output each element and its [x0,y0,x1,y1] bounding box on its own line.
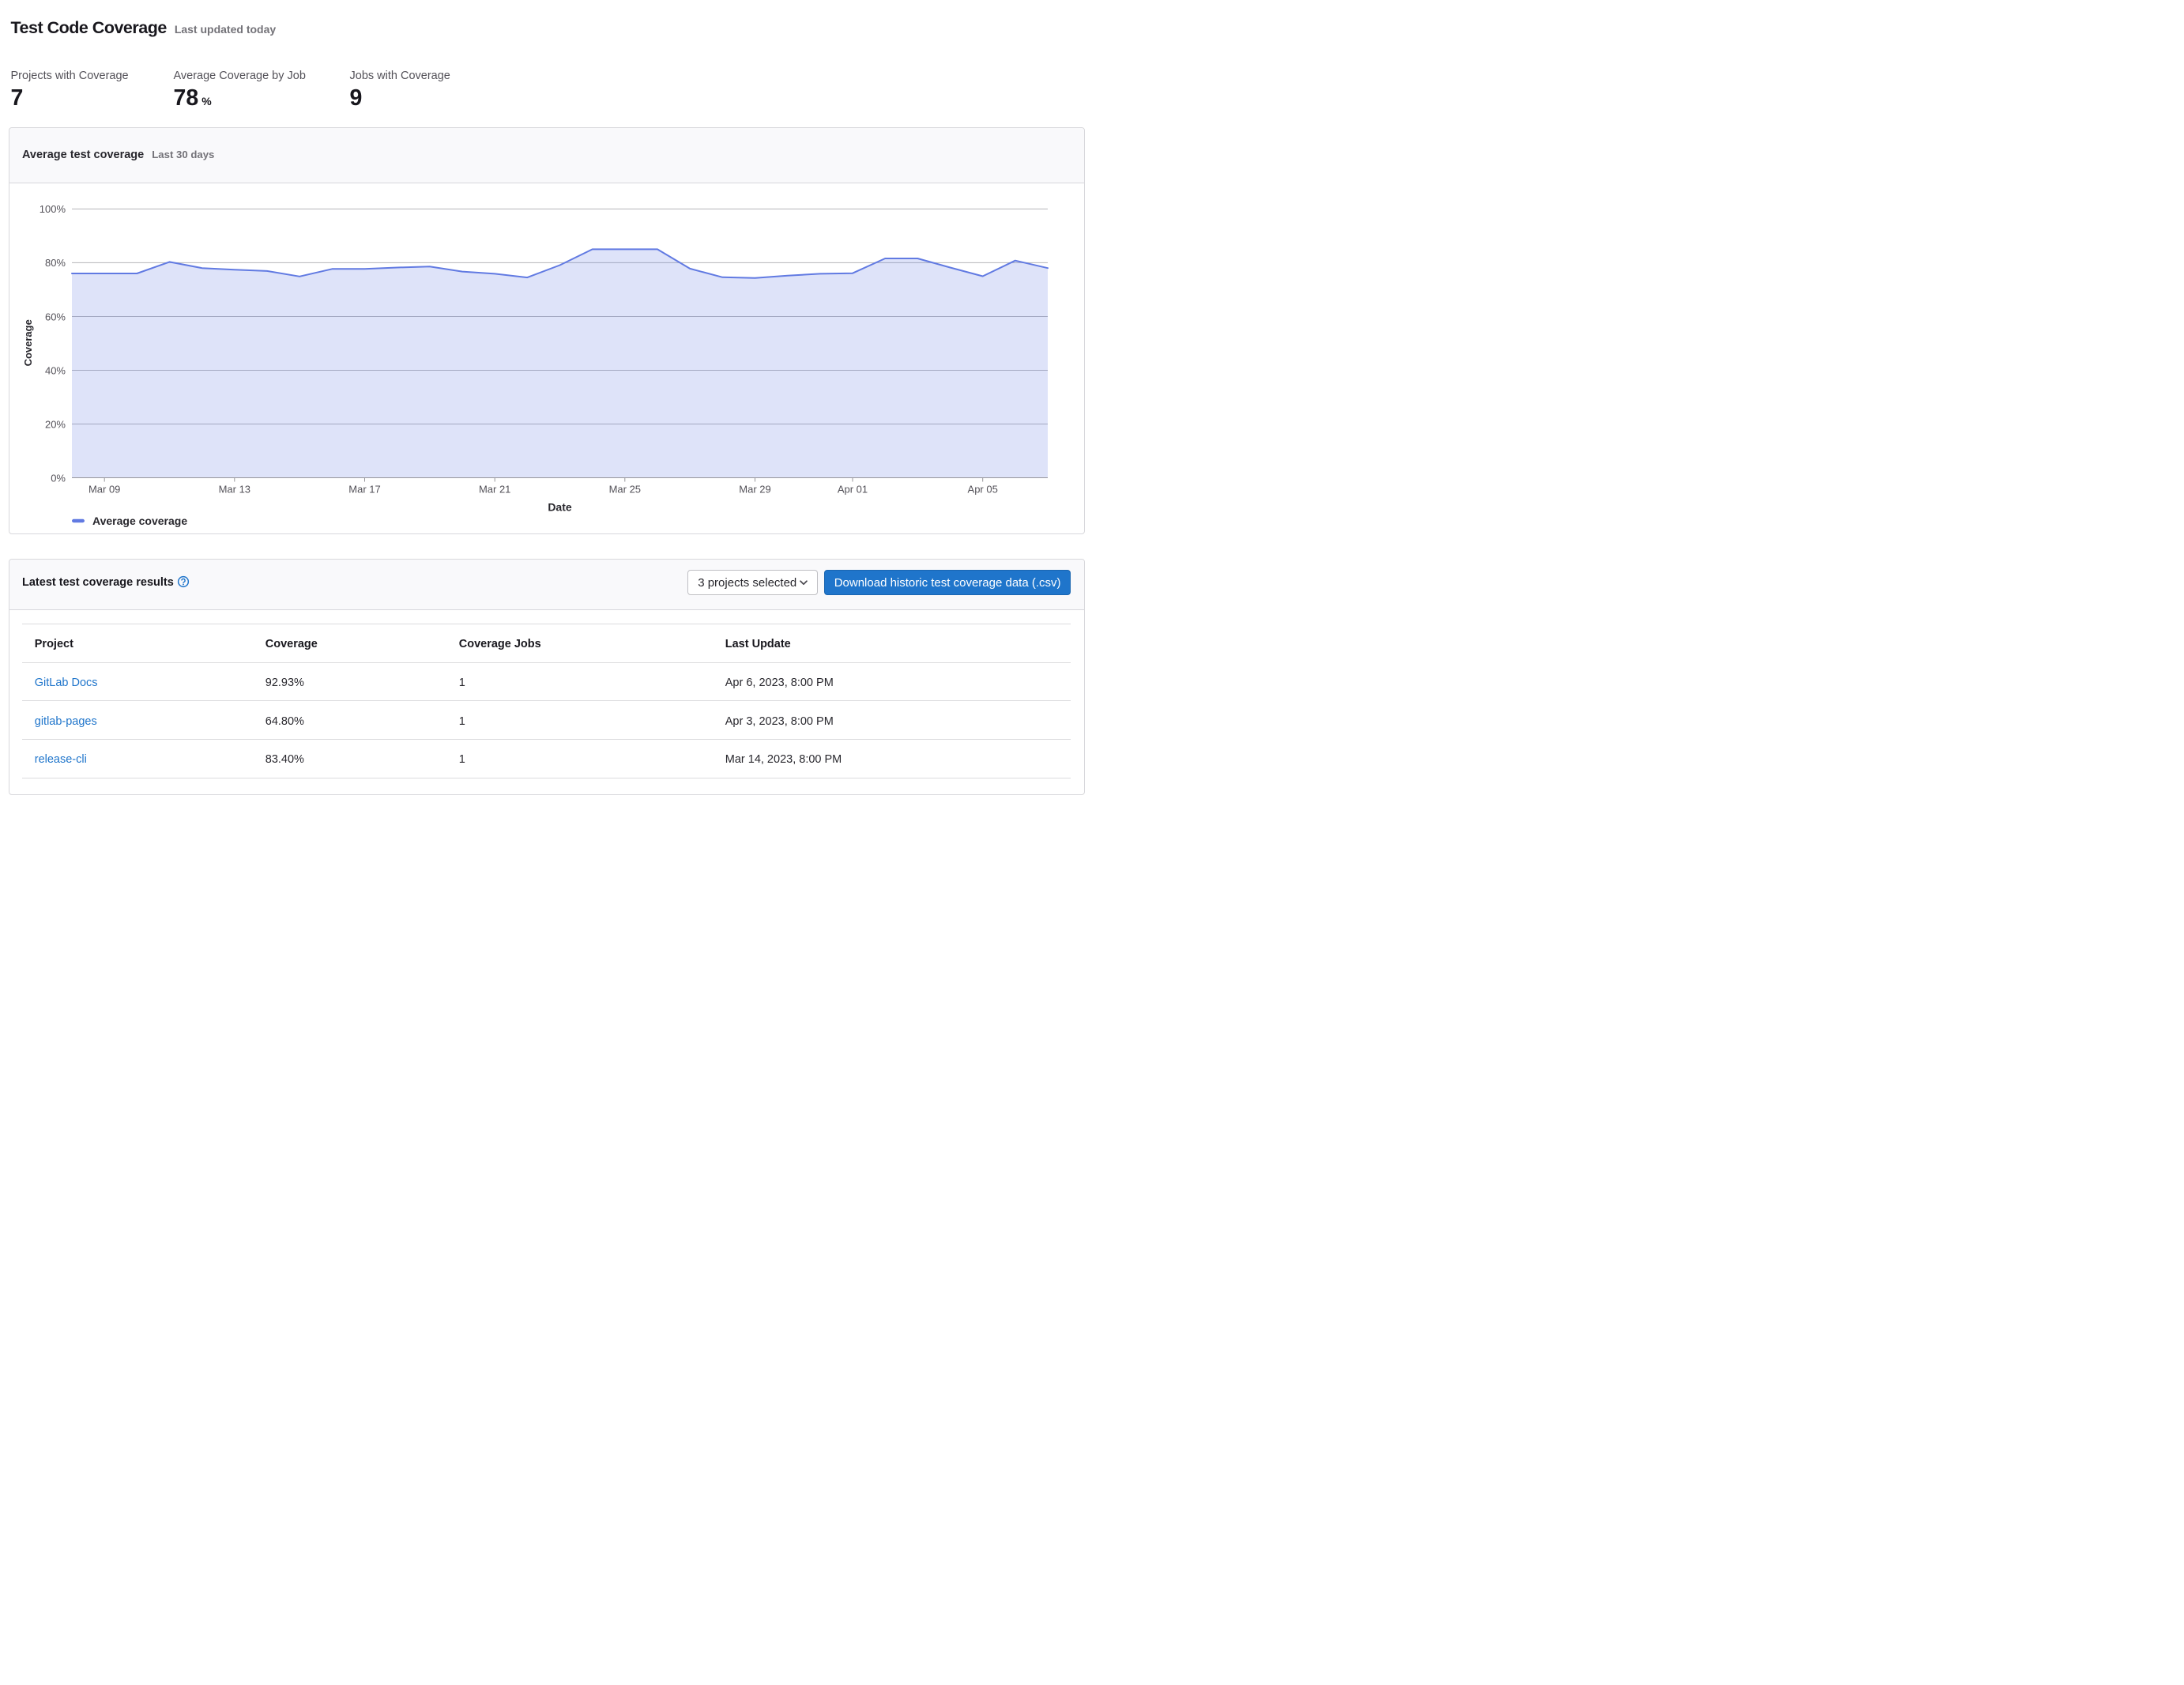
svg-text:40%: 40% [44,364,65,376]
svg-text:100%: 100% [39,203,66,215]
svg-text:20%: 20% [44,418,65,430]
svg-text:Date: Date [548,500,572,513]
svg-text:Apr 01: Apr 01 [837,483,867,495]
svg-text:0%: 0% [51,472,66,484]
svg-text:Mar 29: Mar 29 [739,483,770,495]
svg-text:Mar 17: Mar 17 [348,483,380,495]
svg-text:Mar 09: Mar 09 [88,483,119,495]
svg-text:Mar 21: Mar 21 [478,483,510,495]
svg-text:Mar 25: Mar 25 [608,483,640,495]
svg-text:60%: 60% [44,311,65,322]
svg-text:80%: 80% [44,257,65,269]
svg-text:Mar 13: Mar 13 [218,483,250,495]
svg-text:Coverage: Coverage [22,319,34,366]
svg-text:Apr 05: Apr 05 [967,483,997,495]
svg-text:Average coverage: Average coverage [92,515,187,527]
